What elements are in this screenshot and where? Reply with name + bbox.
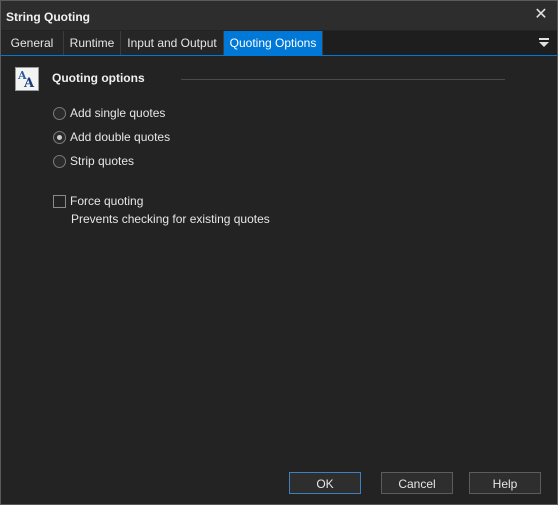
tab-bar: General Runtime Input and Output Quoting… [1, 31, 557, 56]
radio-label: Add double quotes [70, 130, 171, 144]
radio-add-double-quotes[interactable]: Add double quotes [53, 129, 170, 145]
window-title: String Quoting [6, 10, 90, 24]
force-quoting-label: Force quoting [70, 194, 144, 208]
help-button[interactable]: Help [469, 472, 541, 494]
radio-button[interactable] [53, 106, 66, 120]
radio-strip-quotes[interactable]: Strip quotes [53, 153, 134, 169]
ok-button[interactable]: OK [289, 472, 361, 494]
radio-label: Strip quotes [70, 154, 135, 168]
cancel-button[interactable]: Cancel [381, 472, 453, 494]
force-quoting-checkbox[interactable] [53, 194, 66, 208]
section-divider [181, 79, 505, 80]
tab-general[interactable]: General [1, 31, 64, 55]
radio-button[interactable] [53, 130, 66, 144]
radio-button[interactable] [53, 154, 66, 168]
text-font-icon: A A [15, 67, 39, 91]
tab-quoting-options[interactable]: Quoting Options [224, 31, 323, 55]
dialog-window: String Quoting ✕ General Runtime Input a… [0, 0, 558, 505]
radio-add-single-quotes[interactable]: Add single quotes [53, 105, 165, 121]
title-bar: String Quoting ✕ [1, 1, 557, 30]
tab-runtime[interactable]: Runtime [64, 31, 121, 55]
radio-label: Add single quotes [70, 106, 166, 120]
close-icon[interactable]: ✕ [532, 6, 550, 24]
tab-overflow-menu-icon[interactable] [539, 36, 551, 50]
svg-text:A: A [23, 76, 35, 90]
force-quoting-checkbox-row[interactable]: Force quoting [53, 193, 143, 209]
section-title: Quoting options [52, 71, 145, 85]
force-quoting-hint: Prevents checking for existing quotes [71, 212, 270, 226]
tab-input-and-output[interactable]: Input and Output [121, 31, 224, 55]
